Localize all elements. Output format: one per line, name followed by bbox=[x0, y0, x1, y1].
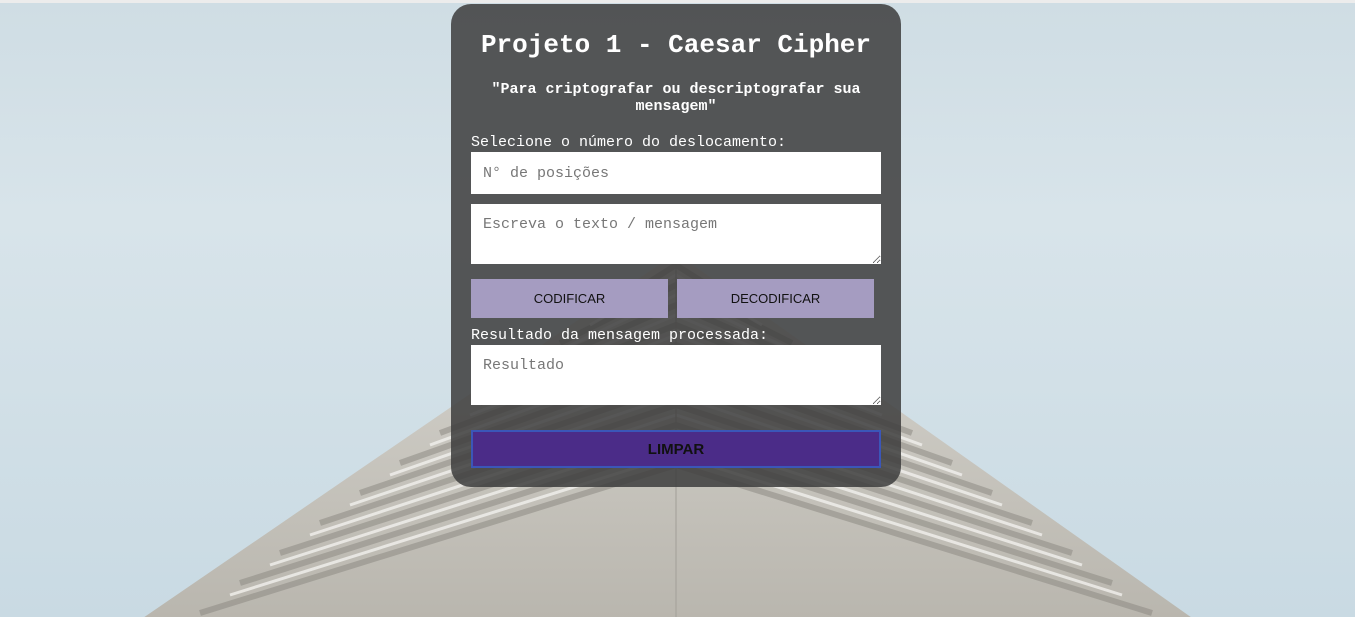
cipher-card: Projeto 1 - Caesar Cipher "Para criptogr… bbox=[451, 4, 901, 487]
message-textarea[interactable] bbox=[471, 204, 881, 264]
shift-input[interactable] bbox=[471, 152, 881, 194]
encode-button[interactable]: CODIFICAR bbox=[471, 279, 668, 318]
decode-button[interactable]: DECODIFICAR bbox=[677, 279, 874, 318]
result-label: Resultado da mensagem processada: bbox=[471, 327, 769, 344]
result-textarea[interactable] bbox=[471, 345, 881, 405]
clear-button[interactable]: LIMPAR bbox=[471, 430, 881, 468]
page-subtitle: "Para criptografar ou descriptografar su… bbox=[491, 81, 861, 115]
shift-label: Selecione o número do deslocamento: bbox=[471, 134, 787, 151]
page-title: Projeto 1 - Caesar Cipher bbox=[480, 30, 872, 60]
